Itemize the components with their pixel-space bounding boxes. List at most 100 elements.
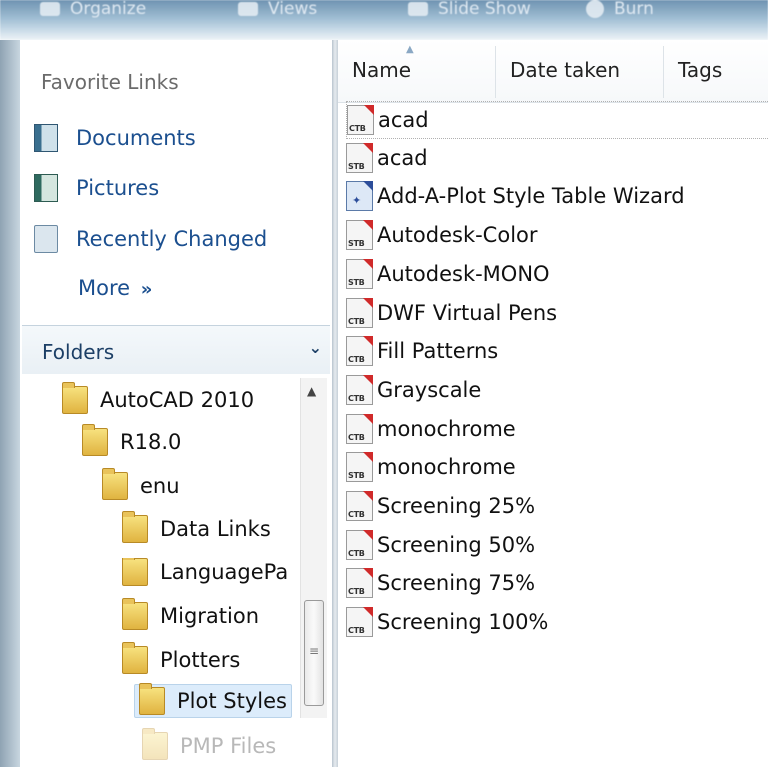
file-row[interactable]: CTB DWF Virtual Pens	[346, 295, 557, 331]
more-links-button[interactable]: More »	[78, 276, 152, 300]
file-name: Screening 75%	[377, 571, 536, 596]
file-row[interactable]: CTB monochrome	[346, 411, 516, 447]
folder-tree-scrollbar[interactable]: ▲ ≡	[300, 378, 327, 718]
favorite-links-heading: Favorite Links	[41, 70, 179, 94]
toolbar: Organize Views Slide Show Burn	[0, 0, 768, 40]
file-name: monochrome	[377, 455, 516, 480]
tree-folder-label: AutoCAD 2010	[100, 388, 255, 412]
file-row[interactable]: CTB Grayscale	[346, 372, 481, 408]
file-row[interactable]: ✦ Add-A-Plot Style Table Wizard	[346, 178, 685, 214]
folder-icon	[122, 642, 148, 674]
folder-icon	[139, 683, 165, 715]
views-label: Views	[268, 0, 318, 19]
grip-icon: ≡	[309, 644, 320, 658]
tree-folder-enu[interactable]: enu	[102, 468, 180, 500]
file-name: Screening 100%	[377, 610, 549, 635]
documents-icon	[34, 124, 58, 152]
column-header-date-taken[interactable]: Date taken	[510, 58, 620, 82]
folder-icon	[82, 424, 108, 456]
slide-show-button[interactable]: Slide Show	[408, 0, 531, 19]
folders-header[interactable]: Folders ⌄	[22, 325, 330, 374]
file-name: Screening 50%	[377, 532, 536, 557]
ctb-file-icon: CTB	[346, 607, 373, 638]
tree-folder-migration[interactable]: Migration	[122, 598, 260, 630]
folder-icon	[62, 382, 88, 414]
file-type-badge: CTB	[348, 587, 365, 597]
column-header-tags[interactable]: Tags	[678, 58, 722, 82]
burn-icon	[586, 0, 604, 18]
collapse-chevron-icon[interactable]: ⌄	[309, 338, 322, 357]
tree-folder-label: Plot Styles	[177, 689, 287, 713]
file-row[interactable]: STB monochrome	[346, 449, 516, 485]
file-name: DWF Virtual Pens	[377, 300, 558, 325]
folder-icon	[122, 511, 148, 543]
folder-icon	[122, 558, 148, 586]
favorite-link-label: Pictures	[76, 176, 160, 200]
file-name: monochrome	[377, 416, 516, 441]
recently-changed-icon	[34, 225, 58, 253]
ctb-file-icon: CTB	[346, 529, 373, 560]
favorite-link-pictures[interactable]: Pictures	[34, 174, 159, 202]
favorite-link-recently-changed[interactable]: Recently Changed	[34, 225, 267, 253]
tree-folder-languagepacks[interactable]: LanguagePa	[122, 558, 298, 586]
column-separator[interactable]	[495, 46, 496, 98]
stb-file-icon: STB	[346, 452, 373, 483]
file-row[interactable]: CTB Fill Patterns	[346, 333, 498, 369]
file-row[interactable]: CTB Screening 25%	[346, 488, 535, 524]
window-frame-left	[0, 40, 20, 767]
favorite-link-label: Documents	[76, 126, 196, 150]
file-name: Autodesk-MONO	[377, 261, 550, 286]
file-row[interactable]: STB acad	[346, 140, 428, 176]
tree-folder-plotters[interactable]: Plotters	[122, 642, 241, 674]
favorite-link-label: Recently Changed	[76, 227, 268, 251]
tree-folder-label: PMP Files	[180, 734, 277, 758]
tree-folder-label: Migration	[160, 604, 260, 628]
file-type-badge: CTB	[348, 316, 365, 326]
ctb-file-icon: CTB	[346, 336, 373, 367]
file-type-badge: ✦	[352, 194, 361, 208]
tree-folder-autocad-2010[interactable]: AutoCAD 2010	[62, 382, 255, 414]
stb-file-icon: STB	[346, 258, 373, 289]
favorite-link-documents[interactable]: Documents	[34, 124, 196, 152]
file-name: Fill Patterns	[377, 339, 499, 364]
file-row[interactable]: STB Autodesk-MONO	[346, 256, 550, 292]
ctb-file-icon: CTB	[346, 491, 373, 521]
stb-file-icon: STB	[346, 142, 373, 173]
file-type-badge: CTB	[348, 548, 365, 558]
file-row[interactable]: CTB Screening 50%	[346, 527, 535, 563]
file-name: Grayscale	[377, 377, 482, 402]
slide-show-icon	[408, 2, 428, 16]
tree-folder-plot-styles[interactable]: Plot Styles	[134, 683, 292, 718]
tree-folder-r18[interactable]: R18.0	[82, 424, 181, 456]
wizard-icon: ✦	[346, 181, 373, 212]
file-row[interactable]: CTB Screening 75%	[346, 565, 535, 601]
organize-button[interactable]: Organize	[40, 0, 146, 19]
file-row[interactable]: CTB acad	[346, 101, 768, 139]
pictures-icon	[34, 174, 58, 202]
folder-icon	[122, 598, 148, 630]
file-name: acad	[377, 145, 428, 170]
column-header-row: Name ▲ Date taken Tags	[338, 40, 768, 103]
tree-folder-label: Data Links	[160, 517, 271, 541]
file-row[interactable]: STB Autodesk-Color	[346, 217, 538, 253]
burn-button[interactable]: Burn	[586, 0, 654, 19]
file-name: Add-A-Plot Style Table Wizard	[377, 184, 685, 209]
scroll-up-icon[interactable]: ▲	[307, 384, 316, 398]
column-header-name[interactable]: Name	[352, 58, 411, 82]
tree-folder-data-links[interactable]: Data Links	[122, 511, 271, 543]
file-row[interactable]: CTB Screening 100%	[346, 604, 548, 640]
double-chevron-icon: »	[140, 279, 153, 300]
scrollbar-thumb[interactable]: ≡	[304, 600, 324, 706]
tree-folder-label: Plotters	[160, 648, 241, 672]
tree-folder-pmp-files[interactable]: PMP Files	[142, 728, 277, 760]
file-name: Autodesk-Color	[377, 223, 538, 248]
column-separator[interactable]	[663, 46, 664, 98]
folders-label: Folders	[42, 340, 115, 364]
pane-splitter[interactable]	[332, 40, 338, 767]
file-type-badge: CTB	[348, 432, 365, 442]
slide-show-label: Slide Show	[438, 0, 531, 19]
more-label: More	[78, 276, 131, 300]
folder-icon	[102, 468, 128, 500]
views-button[interactable]: Views	[238, 0, 318, 19]
file-type-badge: STB	[348, 277, 365, 287]
